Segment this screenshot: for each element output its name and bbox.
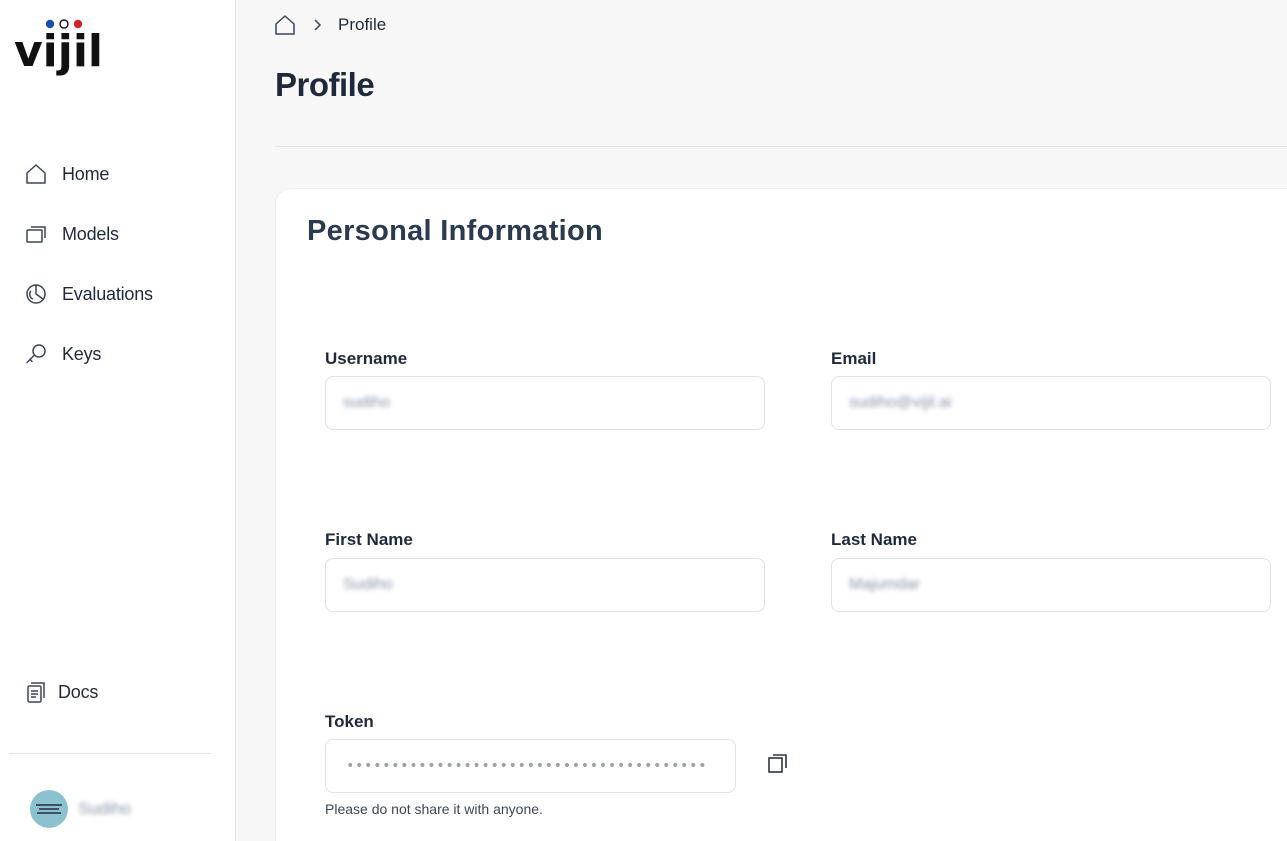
sidebar-item-label: Evaluations [62,283,153,304]
last-name-field[interactable]: Majumdar [831,558,1271,612]
sidebar-item-label: Models [62,223,119,244]
sidebar-divider [9,753,211,754]
last-name-label: Last Name [831,530,917,549]
last-name-value: Majumdar [849,576,921,593]
card-title: Personal Information [307,215,604,247]
token-value: •••••••••••••••••••••••••••••••••••••••• [346,758,708,774]
username-label: Username [325,349,408,368]
models-icon [24,222,48,246]
username-field[interactable]: sudiho [325,376,765,430]
sidebar-item-keys[interactable]: Keys [24,339,101,369]
breadcrumb-home-icon[interactable] [274,14,296,36]
sidebar: vijil Home Models Evaluations Keys Docs … [0,0,236,841]
first-name-field[interactable]: Sudiho [325,558,765,612]
breadcrumb-current: Profile [338,15,387,34]
vijil-logo[interactable]: vijil [14,14,100,84]
username-value: sudiho [343,394,391,411]
token-hint: Please do not share it with anyone. [325,801,543,817]
first-name-label: First Name [325,530,413,549]
avatar [30,790,68,828]
copy-token-button[interactable] [766,753,790,777]
sidebar-item-label: Docs [58,681,99,702]
title-divider [275,146,1287,147]
email-field[interactable]: sudiho@vijil.ai [831,376,1271,430]
breadcrumb: Profile [274,12,386,38]
sidebar-item-models[interactable]: Models [24,219,119,249]
sidebar-item-evaluations[interactable]: Evaluations [24,279,153,309]
user-name: Sudiho [78,799,131,818]
docs-icon [24,680,48,704]
user-menu[interactable]: Sudiho [30,790,131,828]
evaluations-icon [24,282,48,306]
token-field[interactable]: •••••••••••••••••••••••••••••••••••••••• [325,739,736,793]
email-value: sudiho@vijil.ai [849,394,952,411]
sidebar-item-home[interactable]: Home [24,159,109,189]
home-icon [24,162,48,186]
sidebar-item-label: Home [62,163,110,184]
token-label: Token [325,712,374,731]
sidebar-item-label: Keys [62,343,102,364]
personal-information-card: Personal Information Username sudiho Ema… [275,188,1287,841]
first-name-value: Sudiho [343,576,393,593]
email-label: Email [831,349,877,368]
logo-wordmark: vijil [14,26,100,77]
copy-icon [767,752,789,779]
page-title: Profile [275,66,375,103]
chevron-right-icon [312,19,322,31]
sidebar-item-docs[interactable]: Docs [24,677,98,707]
key-icon [24,342,48,366]
